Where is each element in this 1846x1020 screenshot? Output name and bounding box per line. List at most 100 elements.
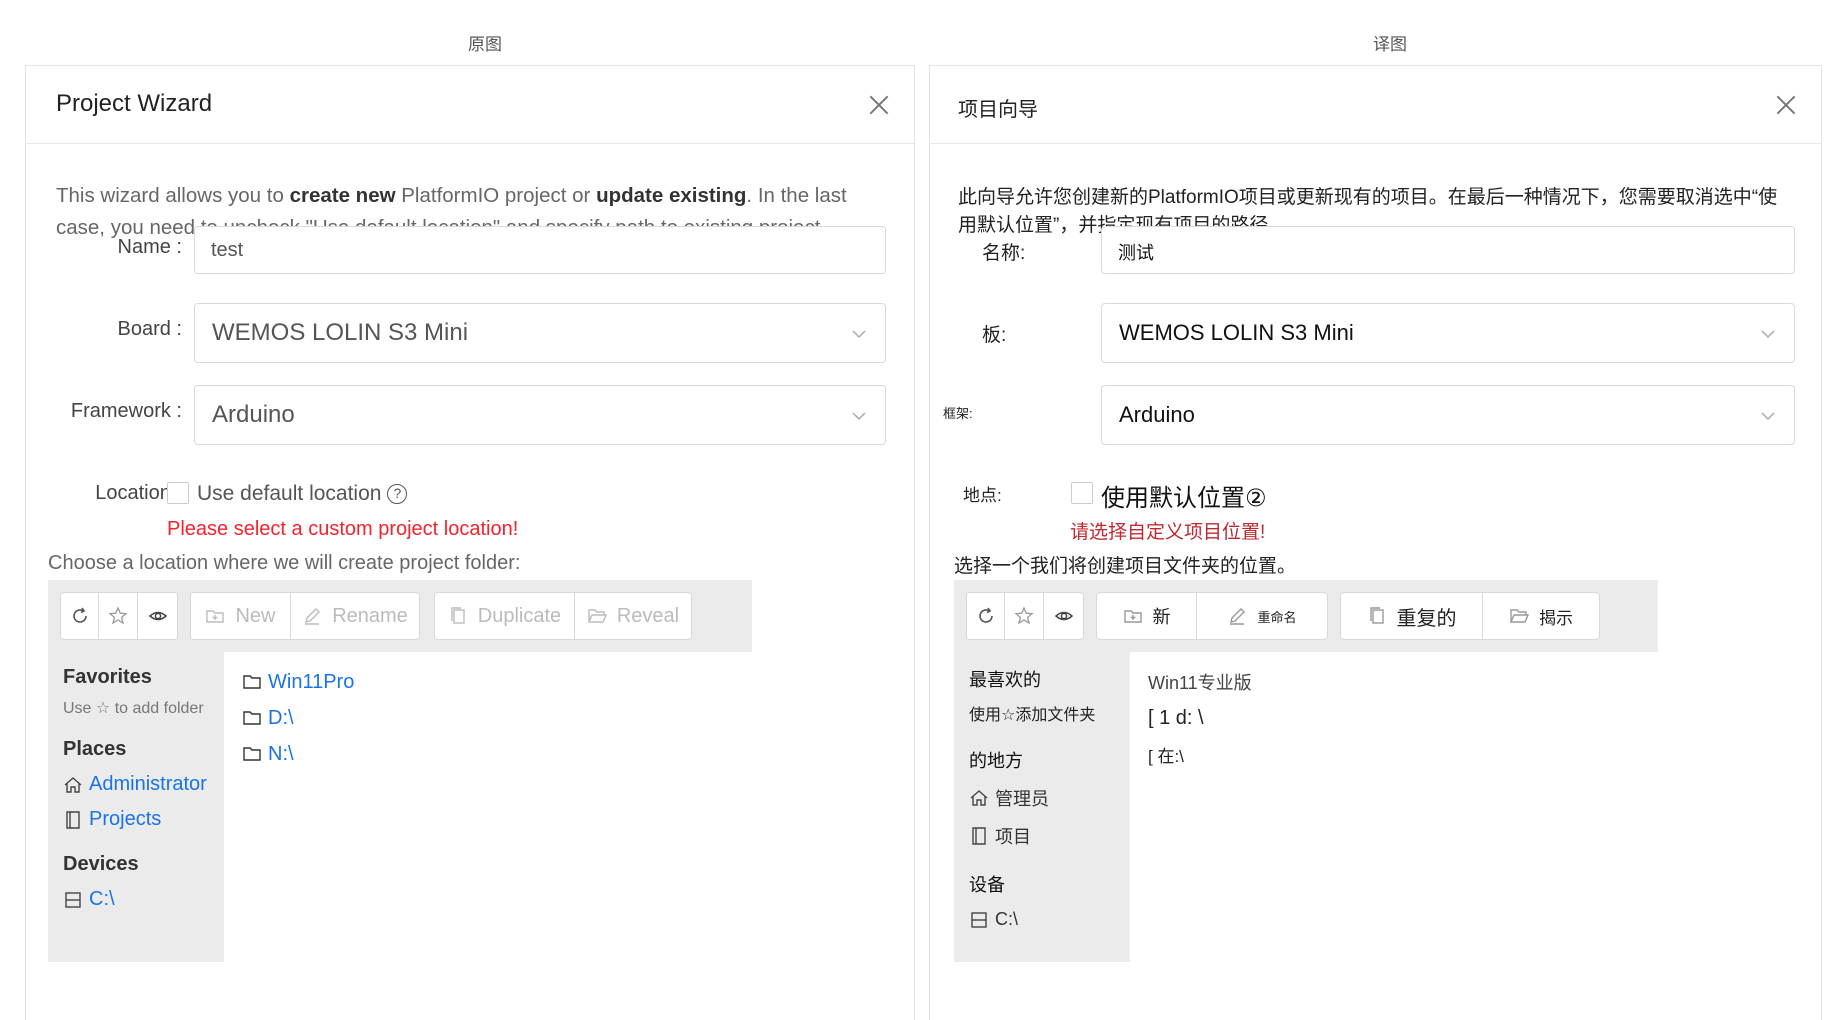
place-projects[interactable]: Projects xyxy=(63,808,209,831)
board-label: 板: xyxy=(982,325,1007,346)
drive-icon xyxy=(971,911,987,928)
file-browser-toolbar: New Rename Duplicate Reveal xyxy=(48,580,752,652)
view-button-group xyxy=(60,592,178,640)
choose-location-text: 选择一个我们将创建项目文件夹的位置。 xyxy=(954,556,1297,577)
device-c-drive[interactable]: C:\ xyxy=(63,888,209,911)
place-projects[interactable]: 项目 xyxy=(969,823,1115,849)
framework-label-text: Framework xyxy=(70,400,171,422)
device-label: C:\ xyxy=(89,888,115,910)
new-folder-button[interactable]: 新 xyxy=(1097,593,1197,639)
rename-label: Rename xyxy=(332,604,408,627)
toggle-hidden-button[interactable] xyxy=(1044,593,1083,639)
help-icon[interactable]: ? xyxy=(387,484,408,504)
duplicate-button[interactable]: Duplicate xyxy=(435,593,575,639)
intro-bold-update: update existing xyxy=(596,184,747,207)
pencil-icon xyxy=(1230,608,1246,625)
framework-select[interactable]: Arduino xyxy=(1101,385,1795,445)
use-default-location-checkbox[interactable] xyxy=(1071,482,1093,504)
board-select[interactable]: WEMOS LOLIN S3 Mini xyxy=(1101,303,1795,363)
file-item-win11pro[interactable]: Win11专业版 xyxy=(1148,664,1640,700)
framework-value: Arduino xyxy=(212,401,295,428)
file-browser: 新 重命名 重复的 揭示 最喜欢的 使用☆添加文件夹 的地方 管理员 项目 设备… xyxy=(954,580,1658,962)
close-icon[interactable] xyxy=(1773,92,1799,118)
book-icon xyxy=(972,827,986,845)
file-item-n-drive[interactable]: [ 在:\ xyxy=(1148,736,1640,772)
favorite-button[interactable] xyxy=(99,593,138,639)
place-administrator[interactable]: Administrator xyxy=(63,773,209,796)
chevron-down-icon xyxy=(852,330,866,339)
file-name: N:\ xyxy=(268,742,294,765)
use-default-location-checkbox[interactable] xyxy=(167,482,189,504)
reveal-button[interactable]: 揭示 xyxy=(1483,593,1599,639)
board-select[interactable]: WEMOS LOLIN S3 Mini xyxy=(194,303,886,363)
favorites-hint: Use ☆ to add folder xyxy=(63,698,209,718)
file-browser-sidebar: Favorites Use ☆ to add folder Places Adm… xyxy=(48,652,224,962)
board-value: WEMOS LOLIN S3 Mini xyxy=(212,319,469,346)
place-label: Administrator xyxy=(89,773,207,795)
favorites-heading: 最喜欢的 xyxy=(969,670,1041,690)
file-browser-toolbar: 新 重命名 重复的 揭示 xyxy=(954,580,1658,652)
copy-icon xyxy=(1369,607,1384,624)
folder-open-icon xyxy=(1509,609,1529,623)
eye-icon xyxy=(148,611,167,621)
favorite-button[interactable] xyxy=(1005,593,1044,639)
rename-button[interactable]: Rename xyxy=(291,593,419,639)
caption-translated: 译图 xyxy=(1373,35,1407,54)
place-label: 管理员 xyxy=(995,789,1049,809)
location-error: 请选择自定义项目位置! xyxy=(1070,522,1266,543)
rename-button[interactable]: 重命名 xyxy=(1197,593,1327,639)
toggle-hidden-button[interactable] xyxy=(138,593,177,639)
name-label: Name : xyxy=(117,236,182,258)
hint-text: Use xyxy=(63,700,92,717)
close-icon[interactable] xyxy=(866,92,892,118)
edit-button-group: New Rename xyxy=(190,592,420,640)
duplicate-label: Duplicate xyxy=(477,604,562,627)
duplicate-label: 重复的 xyxy=(1396,607,1457,630)
use-default-location-label[interactable]: 使用默认位置② xyxy=(1101,478,1267,513)
file-button-group: 重复的 揭示 xyxy=(1340,592,1600,640)
duplicate-button[interactable]: 重复的 xyxy=(1341,593,1483,639)
home-icon xyxy=(970,790,988,806)
name-value: 测试 xyxy=(1118,243,1154,263)
framework-label: 框架: xyxy=(943,406,973,421)
name-label: 名称: xyxy=(982,243,1026,264)
place-administrator[interactable]: 管理员 xyxy=(969,785,1115,811)
folder-icon xyxy=(243,747,261,761)
reveal-button[interactable]: Reveal xyxy=(575,593,691,639)
folder-open-icon xyxy=(587,609,607,623)
board-value: WEMOS LOLIN S3 Mini xyxy=(1119,320,1354,345)
pencil-icon xyxy=(305,608,321,625)
file-name: Win11Pro xyxy=(268,670,355,693)
device-c-drive[interactable]: C:\ xyxy=(969,909,1115,930)
name-input[interactable]: 测试 xyxy=(1101,226,1795,274)
location-label: 地点: xyxy=(963,486,1002,505)
file-button-group: Duplicate Reveal xyxy=(434,592,692,640)
copy-icon xyxy=(451,607,465,624)
refresh-button[interactable] xyxy=(967,593,1005,639)
favorites-heading: Favorites xyxy=(63,666,152,688)
choose-location-text: Choose a location where we will create p… xyxy=(48,552,521,574)
favorites-hint: 使用☆添加文件夹 xyxy=(969,707,1096,724)
location-label-text: Location xyxy=(95,482,171,504)
drive-icon xyxy=(65,891,81,908)
file-item-win11pro[interactable]: Win11Pro xyxy=(242,664,734,700)
name-label-text: Name xyxy=(117,236,171,258)
dialog-header: 项目向导 xyxy=(930,66,1821,144)
new-label: 新 xyxy=(1152,607,1171,627)
project-wizard-dialog-original: Project Wizard This wizard allows you to… xyxy=(25,65,915,1020)
place-label: 项目 xyxy=(995,827,1031,847)
name-value: test xyxy=(211,239,244,261)
file-item-n-drive[interactable]: N:\ xyxy=(242,736,734,772)
framework-label: Framework : xyxy=(70,400,182,422)
places-heading: Places xyxy=(63,738,127,760)
use-default-location-label[interactable]: Use default location? xyxy=(197,482,408,506)
file-name: D:\ xyxy=(268,706,294,729)
file-item-d-drive[interactable]: [ 1 d: \ xyxy=(1148,700,1640,736)
hint-text: to add folder xyxy=(114,700,204,717)
name-input[interactable]: test xyxy=(194,226,886,274)
refresh-button[interactable] xyxy=(61,593,99,639)
new-folder-button[interactable]: New xyxy=(191,593,291,639)
file-item-d-drive[interactable]: D:\ xyxy=(242,700,734,736)
folder-icon xyxy=(243,675,261,689)
framework-select[interactable]: Arduino xyxy=(194,385,886,445)
